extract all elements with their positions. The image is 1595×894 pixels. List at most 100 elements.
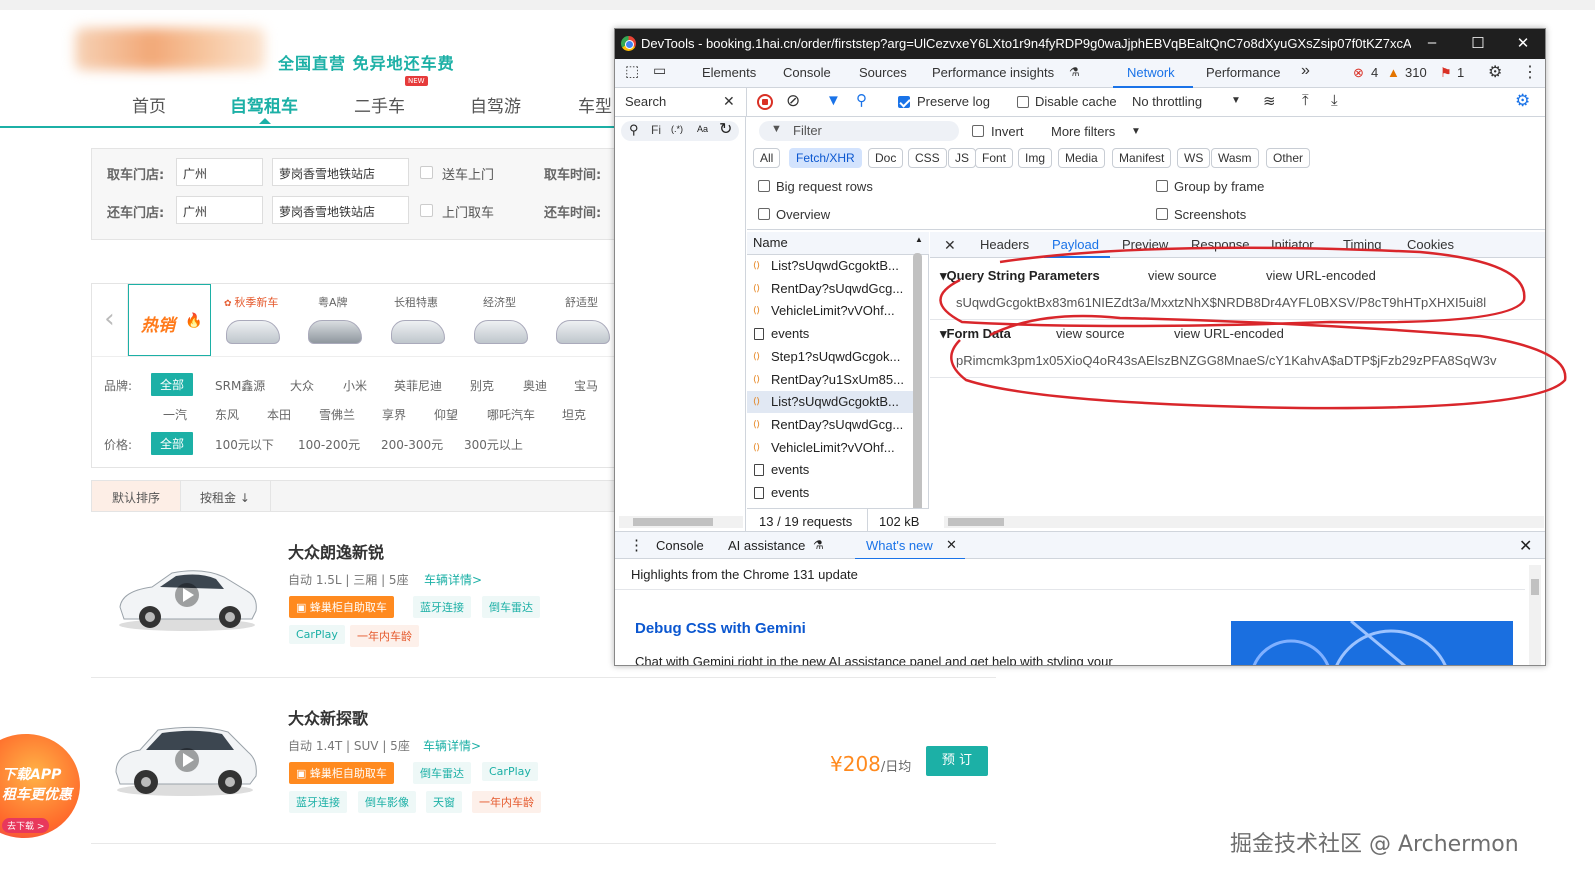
maximize-button[interactable]: ☐ (1463, 34, 1493, 52)
preserve-log-checkbox[interactable] (898, 96, 910, 108)
request-row[interactable]: ⟨⟩ RentDay?sUqwdGcg... (747, 278, 913, 300)
price-item[interactable]: 200-300元 (381, 436, 443, 453)
scroll-thumb[interactable] (633, 518, 713, 526)
car-name[interactable]: 大众朗逸新锐 (288, 539, 384, 563)
category-yue-a[interactable]: 粤A牌 (294, 284, 376, 356)
tab-network[interactable]: Network (1127, 65, 1175, 80)
price-item[interactable]: 300元以上 (464, 436, 523, 453)
scroll-thumb[interactable] (1531, 579, 1539, 595)
warning-count[interactable]: 310 (1405, 65, 1427, 80)
brand-item[interactable]: 别克 (470, 377, 494, 394)
refresh-icon[interactable]: ↻ (719, 119, 732, 139)
tab-console[interactable]: Console (783, 65, 831, 80)
close-drawer-icon[interactable]: ✕ (1519, 536, 1532, 556)
category-economy[interactable]: 经济型 (460, 284, 542, 356)
upload-icon[interactable]: ⤒ (1302, 92, 1309, 109)
tab-headers[interactable]: Headers (980, 237, 1029, 252)
chevron-down-icon[interactable]: ▼ (1231, 95, 1241, 106)
filter-input[interactable]: ▼ Filter (759, 121, 959, 141)
brand-item[interactable]: 小米 (343, 377, 367, 394)
brand-item[interactable]: 哪吒汽车 (487, 406, 535, 423)
type-js[interactable]: JS (948, 148, 977, 168)
settings-gear-icon[interactable]: ⚙ (1488, 62, 1502, 82)
nav-road-trip[interactable]: 自驾游 (470, 92, 521, 117)
book-button[interactable]: 预 订 (926, 746, 988, 776)
record-icon[interactable] (757, 94, 773, 110)
throttling-select[interactable]: No throttling (1132, 94, 1202, 109)
kebab-menu-icon[interactable]: ⋮ (1522, 62, 1538, 82)
nav-self-drive[interactable]: 自驾租车 (230, 92, 298, 117)
scroll-thumb[interactable] (948, 518, 1004, 526)
type-manifest[interactable]: Manifest (1112, 148, 1172, 168)
request-row[interactable]: ⟨⟩ RentDay?u1SxUm85... (747, 369, 913, 391)
car-image-t-roc[interactable] (110, 718, 260, 798)
brand-item[interactable]: 东风 (215, 406, 239, 423)
request-row[interactable]: events (747, 459, 913, 481)
category-comfort[interactable]: 舒适型 (542, 284, 624, 356)
regex-icon[interactable]: (.*) (671, 124, 683, 134)
brand-item[interactable]: 仰望 (434, 406, 458, 423)
type-media[interactable]: Media (1058, 148, 1105, 168)
site-logo[interactable] (75, 28, 265, 70)
issue-count[interactable]: 1 (1457, 65, 1464, 80)
type-doc[interactable]: Doc (868, 148, 904, 168)
inspect-element-icon[interactable]: ⬚ (625, 62, 639, 80)
type-all[interactable]: All (753, 148, 781, 168)
invert-checkbox[interactable] (972, 125, 984, 137)
type-img[interactable]: Img (1018, 148, 1053, 168)
brand-item[interactable]: 奥迪 (523, 377, 547, 394)
disable-cache-checkbox[interactable] (1017, 96, 1029, 108)
filter-funnel-icon[interactable]: ▼ (826, 92, 841, 109)
brand-item[interactable]: 大众 (290, 377, 314, 394)
request-row[interactable]: ⟨⟩ VehicleLimit?vVOhf... (747, 437, 913, 459)
type-wasm[interactable]: Wasm (1211, 148, 1259, 168)
price-all[interactable]: 全部 (151, 432, 194, 455)
group-by-frame-checkbox[interactable] (1156, 180, 1168, 192)
devtools-titlebar[interactable]: DevTools - booking.1hai.cn/order/firstst… (615, 29, 1545, 59)
brand-all[interactable]: 全部 (151, 373, 194, 396)
app-download-button[interactable]: 去下载 > (2, 818, 50, 833)
car-image-lavida[interactable] (112, 555, 262, 635)
detail-horizontal-scrollbar[interactable] (944, 516, 1544, 528)
form-data-value[interactable]: pRimcmk3pm1x05XioQ4oR43sAElszBNZGG8MnaeS… (956, 353, 1545, 368)
brand-item[interactable]: 坦克 (562, 406, 586, 423)
drawer-tab-ai-assistance[interactable]: AI assistance (728, 538, 805, 553)
tab-timing[interactable]: Timing (1343, 237, 1382, 252)
view-source-link[interactable]: view source (1056, 326, 1125, 341)
request-row[interactable]: ⟨⟩ List?sUqwdGcgoktB... (747, 391, 913, 414)
close-window-button[interactable]: ✕ (1508, 34, 1538, 52)
brand-item[interactable]: 英菲尼迪 (394, 377, 442, 394)
big-request-rows-checkbox[interactable] (758, 180, 770, 192)
car-detail-link[interactable]: 车辆详情> (424, 571, 482, 588)
error-count[interactable]: 4 (1371, 65, 1378, 80)
car-detail-link[interactable]: 车辆详情> (423, 737, 481, 754)
download-icon[interactable]: ⤓ (1331, 92, 1338, 109)
type-font[interactable]: Font (975, 148, 1014, 168)
brand-item[interactable]: 享界 (382, 406, 406, 423)
tab-preview[interactable]: Preview (1122, 237, 1168, 252)
return-city-input[interactable]: 广州 (176, 196, 263, 224)
chevron-down-icon[interactable]: ▼ (1131, 126, 1141, 137)
search-icon[interactable]: ⚲ (856, 91, 867, 109)
close-tab-icon[interactable]: ✕ (946, 537, 957, 553)
request-row[interactable]: events (747, 482, 913, 504)
category-hot[interactable]: 热销 🔥 (128, 284, 211, 356)
car-name[interactable]: 大众新探歌 (288, 705, 368, 729)
request-row[interactable]: events (747, 323, 913, 345)
type-other[interactable]: Other (1266, 148, 1311, 168)
tab-cookies[interactable]: Cookies (1407, 237, 1454, 252)
name-column-header[interactable]: Name ▲ (747, 232, 929, 255)
view-url-encoded-link[interactable]: view URL-encoded (1174, 326, 1284, 341)
tab-initiator[interactable]: Initiator (1271, 237, 1314, 252)
nav-used-cars[interactable]: 二手车 (354, 92, 405, 117)
price-item[interactable]: 100元以下 (215, 436, 274, 453)
nav-home[interactable]: 首页 (132, 92, 166, 117)
category-autumn-new[interactable]: ✿ 秋季新车 (212, 284, 294, 356)
brand-item[interactable]: 雪佛兰 (319, 406, 355, 423)
request-row[interactable]: ⟨⟩ VehicleLimit?vVOhf... (747, 300, 913, 322)
drawer-menu-icon[interactable]: ⋮ (629, 536, 644, 554)
more-filters-button[interactable]: More filters (1051, 124, 1115, 139)
clear-log-icon[interactable]: ⊘ (786, 91, 800, 111)
request-row[interactable]: ⟨⟩ RentDay?sUqwdGcg... (747, 414, 913, 436)
tab-elements[interactable]: Elements (702, 65, 756, 80)
